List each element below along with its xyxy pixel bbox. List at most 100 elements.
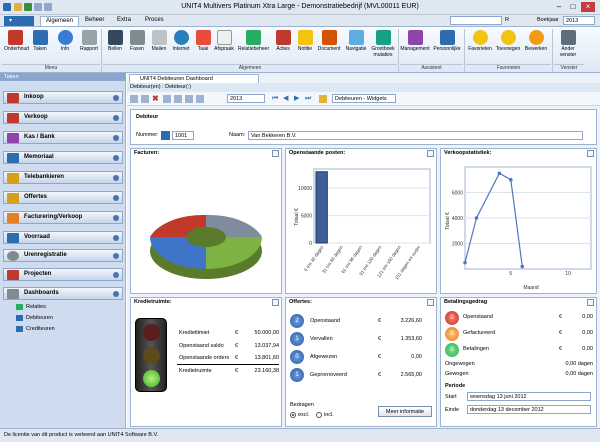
- view-dropdown[interactable]: Debiteuren - Widgets: [332, 94, 396, 103]
- tab-beheer[interactable]: Beheer: [80, 16, 109, 26]
- navigatie-button[interactable]: Navigatie: [344, 29, 368, 63]
- nav-label: Facturering/Verkoop: [24, 214, 83, 220]
- tab-proces[interactable]: Proces: [140, 16, 169, 26]
- panel-options-icon[interactable]: [587, 299, 594, 306]
- lookup-icon[interactable]: [161, 131, 170, 140]
- new-icon[interactable]: [130, 95, 138, 103]
- panel-options-icon[interactable]: [272, 150, 279, 157]
- sub-relaties[interactable]: Relaties: [16, 302, 46, 312]
- panel-options-icon[interactable]: [427, 299, 434, 306]
- globe-icon: [173, 30, 189, 45]
- bellen-label: Bellen: [108, 46, 122, 52]
- copy-icon[interactable]: [174, 95, 182, 103]
- maximize-icon[interactable]: □: [566, 2, 580, 12]
- nav-telebankieren[interactable]: Telebankieren: [3, 171, 123, 184]
- nav-projecten[interactable]: Projecten: [3, 268, 123, 281]
- next-record-icon[interactable]: ▶: [294, 95, 302, 103]
- periode-label: Periode: [445, 383, 466, 389]
- bewerken-button[interactable]: Bewerken: [523, 29, 549, 63]
- nav-offertes[interactable]: Offertes: [3, 191, 123, 204]
- undo-icon[interactable]: [163, 95, 171, 103]
- acties-button[interactable]: Acties: [272, 29, 294, 63]
- last-record-icon[interactable]: ⏭: [305, 95, 313, 103]
- excl-radio[interactable]: [290, 412, 296, 418]
- minimize-icon[interactable]: –: [552, 2, 566, 12]
- internet-button[interactable]: Internet: [170, 29, 192, 63]
- bellen-button[interactable]: Bellen: [104, 29, 126, 63]
- ander-venster-button[interactable]: Ander venster: [555, 29, 581, 63]
- refresh-icon[interactable]: [196, 95, 204, 103]
- offertes-count-badge: 2: [290, 314, 304, 328]
- notitie-button[interactable]: Notitie: [294, 29, 316, 63]
- nav-label: Kas / Bank: [24, 134, 55, 140]
- nav-kas-bank[interactable]: Kas / Bank: [3, 131, 123, 144]
- grootboek-button[interactable]: Grootboek mutaties: [370, 29, 396, 63]
- rapport-button[interactable]: Rapport: [78, 29, 100, 63]
- close-icon[interactable]: ×: [581, 2, 595, 12]
- undo-icon[interactable]: [34, 3, 42, 11]
- nav-urenregistratie[interactable]: Urenregistratie: [3, 249, 123, 262]
- redo-icon[interactable]: [44, 3, 52, 11]
- sub-debiteuren[interactable]: Debiteuren: [16, 313, 53, 323]
- toevoegen-button[interactable]: Toevoegen: [495, 29, 521, 63]
- x-tick-label: 5: [509, 271, 512, 277]
- taken-label: Taken: [33, 46, 47, 52]
- star-edit-icon: [528, 30, 544, 45]
- inkoop-icon: [7, 93, 19, 103]
- incl-radio[interactable]: [316, 412, 322, 418]
- taak-button[interactable]: Taak: [192, 29, 214, 63]
- search-input[interactable]: [450, 16, 502, 25]
- onderhoud-button[interactable]: Onderhoud: [4, 29, 29, 63]
- management-button[interactable]: Management: [400, 29, 430, 63]
- file-menu-button[interactable]: ▾: [4, 16, 34, 26]
- kas-bank-icon: [7, 133, 19, 143]
- first-record-icon[interactable]: ⏮: [272, 95, 280, 103]
- faxen-button[interactable]: Faxen: [126, 29, 148, 63]
- mailen-button[interactable]: Mailen: [148, 29, 170, 63]
- panel-options-icon[interactable]: [587, 150, 594, 157]
- sub-crediteuren[interactable]: Crediteuren: [16, 324, 55, 334]
- year-dropdown[interactable]: 2013: [227, 94, 265, 103]
- info-button[interactable]: Info: [54, 29, 76, 63]
- info-label: Info: [60, 46, 70, 52]
- panel-options-icon[interactable]: [272, 299, 279, 306]
- delete-icon[interactable]: ✖: [152, 95, 160, 103]
- nav-voorraad[interactable]: Voorraad: [3, 231, 123, 244]
- document-tab[interactable]: UNIT4 Debiteuren Dashboard: [129, 74, 259, 83]
- grootboek-label: Grootboek mutaties: [371, 46, 395, 58]
- folder-icon[interactable]: [14, 3, 22, 11]
- facturen-panel: Facturen:: [130, 148, 282, 294]
- plot-area: [313, 168, 431, 244]
- naam-input[interactable]: Van Bekkeren B.V.: [248, 131, 583, 140]
- favorieten-button[interactable]: Favorieten: [467, 29, 493, 63]
- start-date-picker[interactable]: woensdag 13 juni 2012: [467, 392, 591, 401]
- afspraak-button[interactable]: Afspraak: [213, 29, 235, 63]
- print-icon[interactable]: [185, 95, 193, 103]
- nummer-input[interactable]: 1001: [172, 131, 194, 140]
- nav-verkoop[interactable]: Verkoop: [3, 111, 123, 124]
- save-icon[interactable]: [141, 95, 149, 103]
- document-button[interactable]: Document: [316, 29, 342, 63]
- save-icon[interactable]: [24, 3, 32, 11]
- previous-record-icon[interactable]: ◀: [283, 95, 291, 103]
- panel-options-icon[interactable]: [427, 150, 434, 157]
- nav-inkoop[interactable]: Inkoop: [3, 91, 123, 104]
- task-pane-header: Taken: [0, 73, 126, 81]
- taak-label: Taak: [197, 46, 209, 52]
- tab-extra[interactable]: Extra: [112, 16, 136, 26]
- relatiebeheer-button[interactable]: Relatiebeheer: [238, 29, 269, 63]
- find-icon[interactable]: [319, 95, 327, 103]
- chevron-icon: [113, 272, 119, 278]
- nav-facturering[interactable]: Facturering/Verkoop: [3, 211, 123, 224]
- tab-algemeen[interactable]: Algemeen: [40, 16, 80, 26]
- meer-informatie-button[interactable]: Meer informatie: [378, 406, 432, 417]
- nav-dashboards[interactable]: Dashboards: [3, 287, 123, 300]
- persoonlijke-button[interactable]: Persoonlijke: [432, 29, 462, 63]
- nav-memoriaal[interactable]: Memoriaal: [3, 151, 123, 164]
- taken-button[interactable]: Taken: [29, 29, 51, 63]
- year-select[interactable]: 2013: [563, 16, 595, 25]
- chart-ylabel: Totaal €: [445, 212, 451, 230]
- currency: €: [378, 354, 382, 360]
- document-icon: [321, 30, 337, 45]
- end-date-picker[interactable]: donderdag 13 december 2012: [467, 405, 591, 414]
